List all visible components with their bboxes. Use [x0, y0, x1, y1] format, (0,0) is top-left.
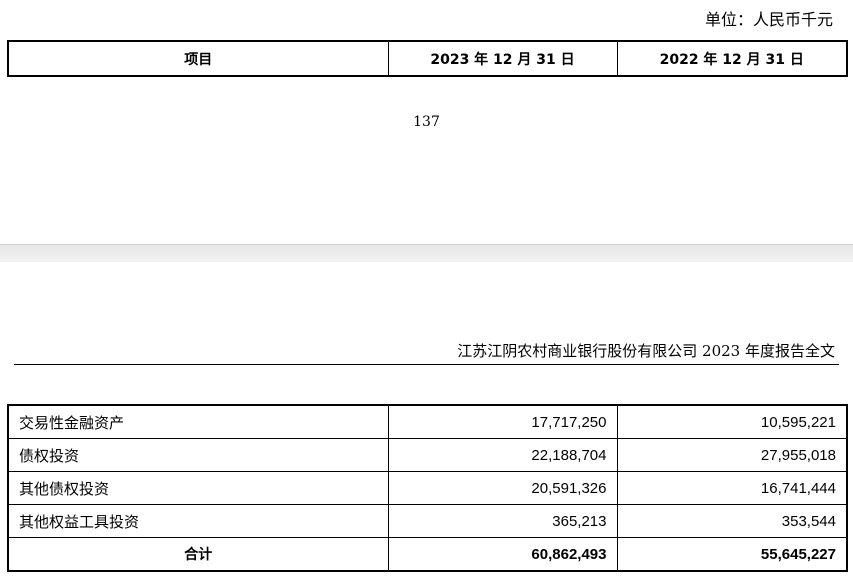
row-value-2022: 353,544 — [616, 504, 848, 538]
page-number: 137 — [413, 114, 440, 130]
row-value-2023: 20,591,326 — [387, 471, 618, 505]
row-value-2023: 22,188,704 — [387, 438, 618, 472]
document-page-top: 单位：人民币千元 项目 2023 年 12 月 31 日 2022 年 12 月… — [0, 0, 853, 244]
table-header: 项目 2023 年 12 月 31 日 2022 年 12 月 31 日 — [7, 40, 848, 77]
table-row: 债权投资 22,188,704 27,955,018 — [7, 438, 848, 472]
data-table: 交易性金融资产 17,717,250 10,595,221 债权投资 22,18… — [7, 404, 848, 572]
row-value-2022: 27,955,018 — [616, 438, 848, 472]
header-2022: 2022 年 12 月 31 日 — [616, 40, 848, 77]
row-value-2023: 17,717,250 — [387, 404, 618, 439]
table-row: 其他权益工具投资 365,213 353,544 — [7, 504, 848, 538]
document-page-bottom: 江苏江阴农村商业银行股份有限公司 2023 年度报告全文 交易性金融资产 17,… — [0, 262, 853, 584]
row-value-2022: 10,595,221 — [616, 404, 848, 439]
total-label: 合计 — [7, 537, 389, 572]
row-label: 其他债权投资 — [7, 471, 389, 505]
row-value-2022: 16,741,444 — [616, 471, 848, 505]
header-2023: 2023 年 12 月 31 日 — [387, 40, 618, 77]
table-row: 其他债权投资 20,591,326 16,741,444 — [7, 471, 848, 505]
row-label: 其他权益工具投资 — [7, 504, 389, 538]
report-title: 江苏江阴农村商业银行股份有限公司 2023 年度报告全文 — [457, 342, 835, 360]
row-value-2023: 365,213 — [387, 504, 618, 538]
total-value-2023: 60,862,493 — [387, 537, 618, 572]
header-row: 项目 2023 年 12 月 31 日 2022 年 12 月 31 日 — [7, 40, 848, 77]
total-value-2022: 55,645,227 — [616, 537, 848, 572]
header-item: 项目 — [7, 40, 389, 77]
row-label: 债权投资 — [7, 438, 389, 472]
page-separator — [0, 244, 853, 263]
unit-label: 单位：人民币千元 — [704, 10, 833, 29]
total-row: 合计 60,862,493 55,645,227 — [7, 537, 848, 572]
table-row: 交易性金融资产 17,717,250 10,595,221 — [7, 404, 848, 439]
title-rule — [14, 364, 839, 365]
row-label: 交易性金融资产 — [7, 404, 389, 439]
